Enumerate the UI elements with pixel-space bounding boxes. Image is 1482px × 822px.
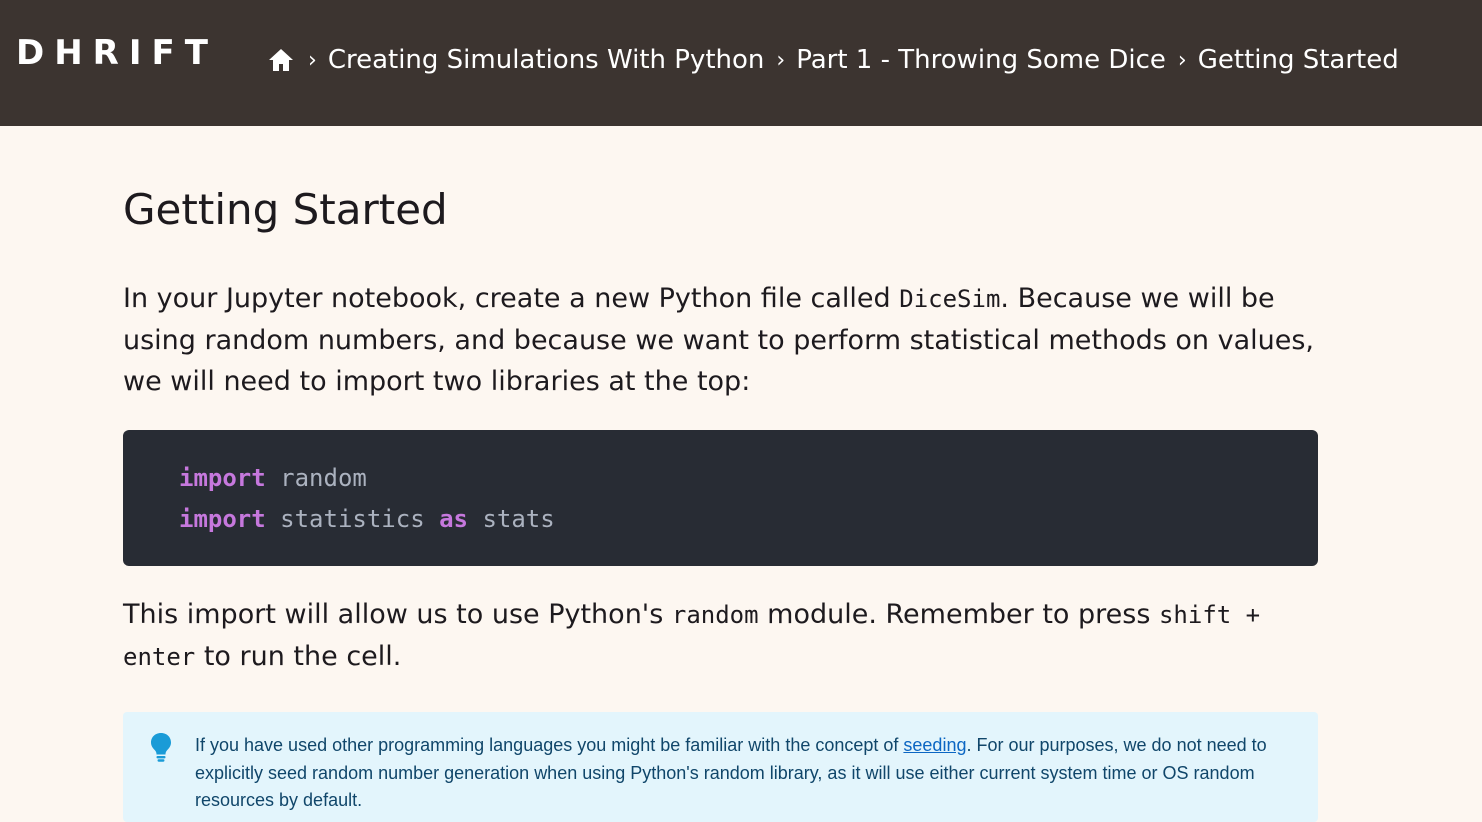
tip-text: If you have used other programming langu… xyxy=(195,735,904,755)
code-line: import statistics as stats xyxy=(179,499,1262,540)
code-line: import random xyxy=(179,458,1262,499)
para-text: This import will allow us to use Python'… xyxy=(123,599,672,630)
breadcrumb-separator: › xyxy=(308,47,317,73)
breadcrumb-separator: › xyxy=(1177,47,1187,73)
tip-callout: If you have used other programming langu… xyxy=(123,712,1318,822)
inline-code-dicesim: DiceSim xyxy=(899,285,1001,313)
code-keyword: as xyxy=(439,505,468,533)
inline-code-random: random xyxy=(671,601,759,629)
code-block[interactable]: import random import statistics as stats xyxy=(123,430,1318,566)
para-text: module. Remember to press xyxy=(758,599,1159,630)
intro-text: In your Jupyter notebook, create a new P… xyxy=(123,283,900,314)
breadcrumb-item-part1[interactable]: Part 1 - Throwing Some Dice xyxy=(796,45,1166,75)
main-content: Getting Started In your Jupyter notebook… xyxy=(123,126,1318,822)
seeding-link[interactable]: seeding xyxy=(903,735,966,755)
code-keyword: import xyxy=(179,464,266,492)
page-title: Getting Started xyxy=(123,185,448,234)
import-explanation-paragraph: This import will allow us to use Python'… xyxy=(123,594,1318,678)
top-navigation-bar: DHRIFT › Creating Simulations With Pytho… xyxy=(0,0,1482,126)
code-text: statistics xyxy=(265,505,440,533)
lightbulb-icon xyxy=(151,733,171,762)
code-text: random xyxy=(265,464,367,492)
breadcrumb: › Creating Simulations With Python › Par… xyxy=(268,40,1411,80)
code-keyword: import xyxy=(179,505,266,533)
code-text: stats xyxy=(468,505,555,533)
breadcrumb-item-current: Getting Started xyxy=(1197,45,1399,75)
intro-paragraph: In your Jupyter notebook, create a new P… xyxy=(123,278,1318,402)
breadcrumb-separator: › xyxy=(776,47,786,73)
home-icon[interactable] xyxy=(268,47,294,73)
para-text: to run the cell. xyxy=(195,641,402,672)
site-logo[interactable]: DHRIFT xyxy=(16,34,218,72)
breadcrumb-item-simulations[interactable]: Creating Simulations With Python xyxy=(328,45,765,75)
